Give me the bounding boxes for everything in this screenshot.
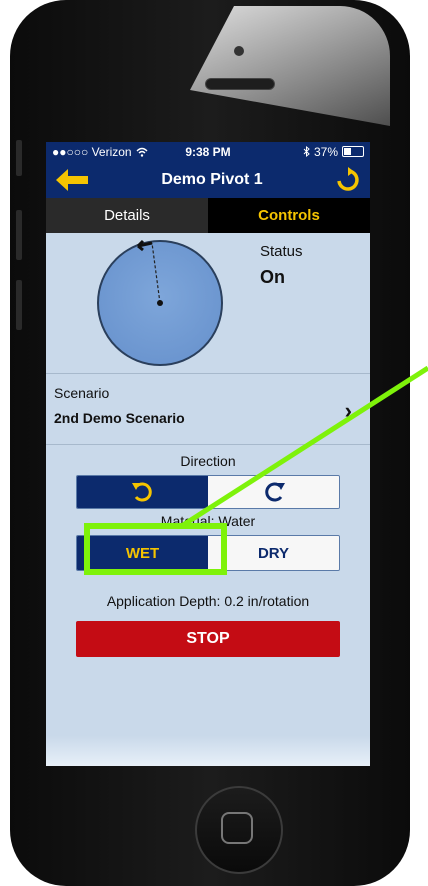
divider xyxy=(46,444,370,445)
refresh-icon[interactable] xyxy=(336,166,360,193)
pivot-position-diagram xyxy=(97,239,223,366)
scenario-row[interactable]: Scenario 2nd Demo Scenario › xyxy=(46,374,370,444)
wet-dry-segmented-control: WET DRY xyxy=(76,535,340,571)
clock-time: 9:38 PM xyxy=(185,144,231,159)
counterclockwise-icon xyxy=(131,482,152,502)
page-title: Demo Pivot 1 xyxy=(161,170,263,188)
status-value: On xyxy=(260,267,285,287)
bluetooth-icon xyxy=(303,146,310,157)
direction-segmented-control xyxy=(76,475,340,509)
status-label: Status xyxy=(260,243,303,260)
battery-icon xyxy=(342,146,364,157)
mute-switch xyxy=(16,140,22,176)
pivot-panel: Status On xyxy=(46,233,370,373)
clockwise-icon xyxy=(264,482,285,502)
volume-up-button xyxy=(16,210,22,260)
home-button[interactable] xyxy=(195,786,283,874)
tab-controls[interactable]: Controls xyxy=(208,198,370,233)
scenario-value: 2nd Demo Scenario xyxy=(54,410,185,426)
front-camera xyxy=(234,46,244,56)
screen-glare xyxy=(190,6,390,126)
direction-label: Direction xyxy=(180,453,236,469)
reverse-direction-button[interactable] xyxy=(77,476,208,508)
application-depth-label: Application Depth: 0.2 in/rotation xyxy=(106,593,310,609)
volume-down-button xyxy=(16,280,22,330)
scenario-label: Scenario xyxy=(54,385,110,401)
pivot-center-dot xyxy=(157,300,163,306)
material-label: Material: Water xyxy=(160,513,256,529)
tab-bar: Details Controls xyxy=(46,198,370,233)
nav-bar: Demo Pivot 1 xyxy=(46,161,370,198)
back-arrow-icon[interactable] xyxy=(56,168,88,191)
battery-percent: 37% xyxy=(313,144,338,159)
wet-button[interactable]: WET xyxy=(77,536,208,570)
chevron-right-icon: › xyxy=(344,398,352,423)
earpiece-speaker xyxy=(205,78,275,90)
status-bar: ●●○○○ Verizon 9:38 PM 37% xyxy=(46,142,370,161)
tab-details[interactable]: Details xyxy=(46,198,208,233)
stop-button[interactable]: STOP xyxy=(76,621,340,657)
carrier-label: ●●○○○ Verizon xyxy=(52,144,132,159)
wifi-icon xyxy=(136,147,148,157)
bottom-gloss xyxy=(46,736,370,766)
forward-direction-button[interactable] xyxy=(208,476,339,508)
app-screen: ●●○○○ Verizon 9:38 PM 37% Demo Pivot 1 D… xyxy=(46,142,370,766)
home-square-icon xyxy=(221,812,253,844)
dry-button[interactable]: DRY xyxy=(208,536,339,570)
